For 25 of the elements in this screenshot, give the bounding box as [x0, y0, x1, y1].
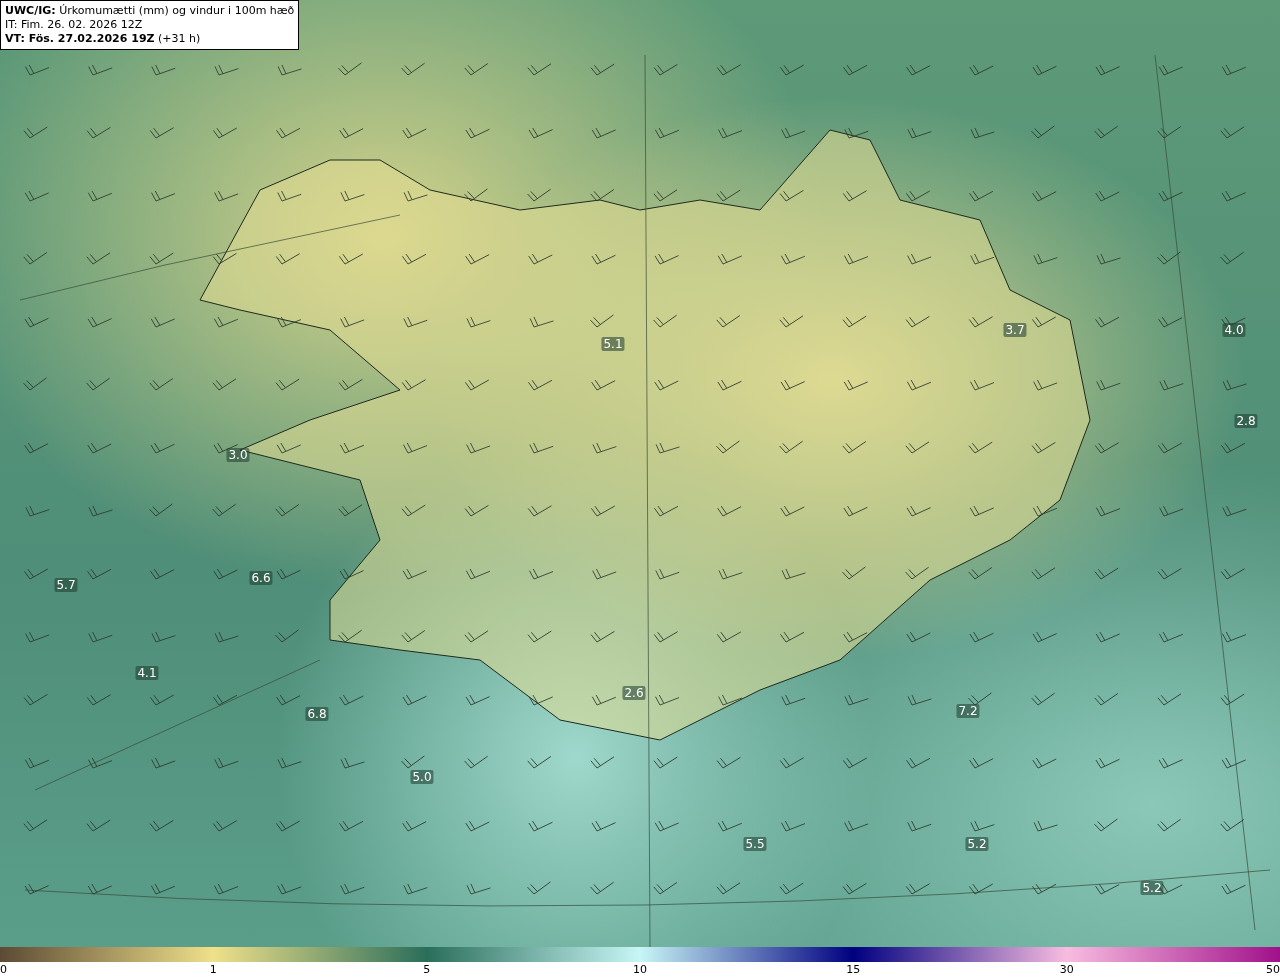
precipitation-value: 5.5 — [743, 837, 767, 851]
valid-time: VT: Fös. 27.02.2026 19Z (+31 h) — [5, 32, 202, 46]
precipitation-value: 4.1 — [135, 666, 159, 680]
colorbar-tick-label: 10 — [633, 963, 647, 976]
precipitation-value: 4.0 — [1222, 323, 1246, 337]
issue-time: IT: Fim. 26. 02. 2026 12Z — [5, 18, 144, 32]
colorbar-tick-label: 1 — [209, 963, 217, 976]
precipitation-value: 5.2 — [965, 837, 989, 851]
precipitation-value: 6.8 — [305, 707, 329, 721]
colorbar-tick-label: 0 — [0, 963, 7, 976]
colorbar-tick-label: 15 — [846, 963, 861, 976]
colorbar-tick-label: 5 — [423, 963, 431, 976]
precipitation-value: 2.6 — [622, 686, 646, 700]
precipitation-value: 6.6 — [249, 571, 273, 585]
colorbar-tick-label: 30 — [1059, 963, 1074, 976]
precipitation-value: 5.2 — [1140, 881, 1164, 895]
map-title: UWC/IG: Úrkomumætti (mm) og vindur i 100m hæð — [5, 4, 295, 18]
precipitation-value: 5.7 — [54, 578, 78, 592]
precipitation-value: 7.2 — [956, 704, 980, 718]
precipitation-value: 5.0 — [410, 770, 434, 784]
colorbar-tick-label: 50 — [1266, 963, 1280, 976]
precipitation-value: 3.7 — [1003, 323, 1027, 337]
precipitation-value: 2.8 — [1234, 414, 1258, 428]
precipitation-value: 5.1 — [601, 337, 625, 351]
precipitation-value: 3.0 — [226, 448, 250, 462]
